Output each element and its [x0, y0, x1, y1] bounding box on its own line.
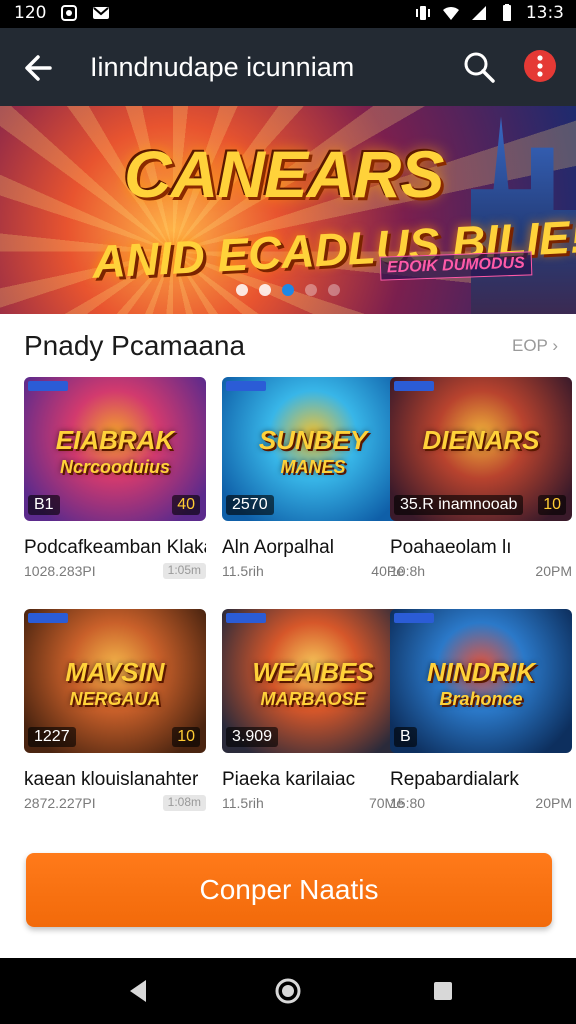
- game-meta-right: 20PM: [535, 563, 572, 579]
- primary-action-label: Conper Naatis: [199, 874, 379, 905]
- game-meta-left: 11.5rih: [222, 563, 264, 579]
- clock: 120: [14, 3, 47, 23]
- carousel-indicator: [236, 284, 340, 296]
- game-meta-left: 10:8h: [390, 563, 426, 579]
- publisher-tag: [28, 613, 68, 623]
- carousel-dot[interactable]: [259, 284, 271, 296]
- game-meta-right: 1:08m: [162, 795, 206, 811]
- vibrate-icon: [415, 6, 430, 20]
- count-badge: 10: [538, 495, 566, 515]
- game-title: Repabardialark: [390, 769, 519, 790]
- see-all-label: EOP: [512, 336, 548, 355]
- game-art-title: SUNBEY: [258, 425, 368, 455]
- game-meta: 15:80 20PM: [390, 795, 572, 811]
- game-art-subtitle: Ncrcooduius: [59, 457, 170, 477]
- carousel-dot-active[interactable]: [282, 284, 294, 296]
- game-card[interactable]: WEAIBES MARBAOSE 3.909 Piaeka karilaiac 11.5…: [222, 609, 404, 811]
- game-art-title: WEAIBES: [252, 657, 374, 687]
- game-card[interactable]: DIENARS 35.R inamnooab 10 Poahaeolam lı 10:8…: [390, 377, 572, 579]
- game-art-title: DIENARS: [422, 425, 540, 455]
- game-meta: 10:8h 20PM: [390, 563, 572, 579]
- carousel-dot[interactable]: [328, 284, 340, 296]
- hero-banner[interactable]: CANEARS ANID ECADLUS BILIE! EDOIK DUMODU…: [0, 106, 576, 314]
- publisher-tag: [28, 381, 68, 391]
- rating-badge: 1227: [28, 727, 76, 747]
- game-card[interactable]: EIABRAK Ncrcooduius B1 40 Podcafkeamban Klak…: [24, 377, 206, 579]
- game-meta: 2872.227PI 1:08m: [24, 795, 206, 811]
- game-title: Poahaeolam lı: [390, 537, 512, 558]
- game-meta-right: 1:05m: [162, 563, 206, 579]
- battery-time: 13:3: [525, 3, 564, 23]
- count-badge: 10: [172, 727, 200, 747]
- game-meta-left: 1028.283PI: [24, 563, 96, 579]
- game-meta-right: 20PM: [535, 795, 572, 811]
- count-badge: 40: [172, 495, 200, 515]
- chevron-right-icon: ›: [552, 336, 558, 355]
- rating-badge: 3.909: [226, 727, 279, 747]
- game-meta: 11.5rih 40Pe: [222, 563, 404, 579]
- carousel-dot[interactable]: [236, 284, 248, 296]
- game-thumbnail[interactable]: EIABRAK Ncrcooduius B1 40: [24, 377, 206, 521]
- more-options-icon[interactable]: [524, 50, 556, 82]
- battery-icon: [502, 4, 511, 21]
- section-title: Pnady Pcamaana: [24, 330, 246, 361]
- game-title: Podcafkeamban Klaka: [24, 537, 206, 558]
- system-nav-bar: [0, 958, 576, 1024]
- publisher-tag: [226, 613, 266, 623]
- rating-badge: B: [394, 727, 417, 747]
- game-meta: 1028.283PI 1:05m: [24, 563, 206, 579]
- status-bar: 120 13:3: [0, 0, 576, 28]
- game-art-subtitle: MANES: [280, 457, 346, 477]
- game-title: kaean klouislanahter: [24, 769, 199, 790]
- game-meta-left: 15:80: [390, 795, 426, 811]
- game-art-title: MAVSIN: [65, 657, 165, 687]
- game-thumbnail[interactable]: NINDRIK Brahonce B: [390, 609, 572, 753]
- page-title: Iinndnudape icunniam: [90, 52, 355, 82]
- recents-square-icon[interactable]: [428, 976, 458, 1006]
- publisher-tag: [226, 381, 266, 391]
- game-meta-left: 2872.227PI: [24, 795, 96, 811]
- publisher-tag: [394, 613, 434, 623]
- search-icon[interactable]: [462, 50, 496, 84]
- rating-badge: 2570: [226, 495, 274, 515]
- game-card[interactable]: NINDRIK Brahonce B Repabardialark 15:80 20PM: [390, 609, 572, 811]
- rating-badge: B1: [28, 495, 60, 515]
- notification-icon: [61, 5, 78, 21]
- see-all-link[interactable]: EOP ›: [512, 336, 558, 356]
- signal-icon: [471, 6, 486, 20]
- carousel-dot[interactable]: [305, 284, 317, 296]
- game-art-title: NINDRIK: [426, 657, 536, 687]
- game-thumbnail[interactable]: MAVSIN NERGAUA 1227 10: [24, 609, 206, 753]
- game-title: Aln Aorpalhal: [222, 537, 334, 558]
- game-title: Piaeka karilaiac: [222, 769, 356, 790]
- game-meta: 11.5rih 70Me: [222, 795, 404, 811]
- game-art-title: EIABRAK: [55, 425, 175, 455]
- game-thumbnail[interactable]: WEAIBES MARBAOSE 3.909: [222, 609, 404, 753]
- mail-icon: [93, 7, 110, 19]
- game-art-subtitle: NERGAUA: [69, 689, 161, 709]
- game-thumbnail[interactable]: SUNBEY MANES 2570: [222, 377, 404, 521]
- home-circle-icon[interactable]: [273, 976, 303, 1006]
- game-card[interactable]: MAVSIN NERGAUA 1227 10 kaean klouislanahter 2…: [24, 609, 206, 811]
- game-meta-left: 11.5rih: [222, 795, 264, 811]
- back-triangle-icon[interactable]: [124, 976, 154, 1006]
- game-card[interactable]: SUNBEY MANES 2570 Aln Aorpalhal 11.5rih 40Pe: [222, 377, 404, 579]
- app-bar: Iinndnudape icunniam: [0, 28, 576, 106]
- primary-action-button[interactable]: Conper Naatis: [26, 853, 552, 927]
- game-thumbnail[interactable]: DIENARS 35.R inamnooab 10: [390, 377, 572, 521]
- game-art-subtitle: Brahonce: [439, 689, 523, 709]
- publisher-tag: [394, 381, 434, 391]
- rating-badge: 35.R inamnooab: [394, 495, 524, 515]
- back-arrow-icon[interactable]: [20, 50, 56, 86]
- banner-headline: CANEARS: [124, 137, 444, 211]
- wifi-icon: [442, 6, 459, 20]
- game-art-subtitle: MARBAOSE: [260, 689, 366, 709]
